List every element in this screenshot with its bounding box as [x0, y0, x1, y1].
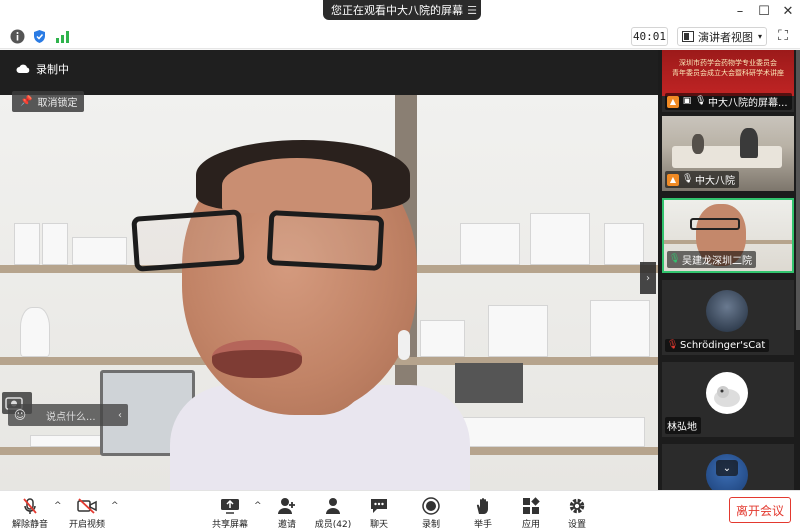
participant-tile-partial[interactable]: ⌄ [662, 444, 794, 490]
banner-line-1: 深圳市药学会药物学专业委员会 [679, 59, 777, 67]
chevron-up-icon[interactable]: ^ [111, 501, 119, 511]
invite-label: 邀请 [277, 520, 296, 529]
mic-icon: 🎙 [682, 174, 694, 184]
screen-share-title[interactable]: 您正在观看中大八院的屏幕 ☰ [323, 0, 481, 20]
participant-name: 林弘地 [667, 422, 697, 433]
meeting-timer: 40:01 [631, 27, 668, 46]
video-off-icon [77, 497, 97, 515]
avatar [706, 290, 748, 332]
participant-tile-room[interactable]: ▲ 🎙 中大八院 [662, 116, 794, 191]
main-video[interactable]: 录制中 📌 取消锁定 ☺ 说点什么... ‹ › [0, 50, 658, 490]
presenter-icon: ▲ [667, 173, 679, 186]
chat-placeholder: 说点什么... [46, 411, 96, 423]
settings-label: 设置 [567, 520, 586, 529]
minimize-icon[interactable]: – [730, 4, 750, 19]
unlock-button[interactable]: 📌 取消锁定 [12, 91, 84, 112]
share-screen-icon [220, 497, 240, 515]
unlock-label: 取消锁定 [37, 98, 78, 109]
participant-name: 中大八院 [695, 176, 735, 187]
raise-hand-button[interactable]: 举手 [462, 497, 504, 529]
chat-label: 聊天 [369, 520, 388, 529]
record-button[interactable]: 录制 [410, 497, 452, 529]
signal-icon[interactable] [55, 29, 70, 44]
chat-button[interactable]: 聊天 [358, 497, 400, 529]
maximize-icon[interactable]: ☐ [754, 4, 774, 19]
unmute-label: 解除静音 [11, 520, 48, 529]
members-button[interactable]: 成员(42) [312, 497, 354, 529]
apps-icon [521, 497, 541, 515]
avatar [706, 372, 748, 414]
record-icon [421, 497, 441, 515]
invite-button[interactable]: 邀请 [266, 497, 308, 529]
cloud-icon [16, 64, 30, 73]
participant-tile-avatar[interactable]: 🎙 Schrödinger'sCat [662, 280, 794, 355]
start-video-button[interactable]: 开启视频 [66, 497, 108, 529]
participant-label: ▲ 🎙 中大八院 [665, 171, 739, 188]
recording-label: 录制中 [36, 63, 69, 76]
presenter-icon: ▲ [667, 95, 679, 108]
settings-button[interactable]: 设置 [556, 497, 598, 529]
window-title: 您正在观看中大八院的屏幕 [331, 4, 463, 17]
unmute-button[interactable]: 解除静音 [9, 497, 51, 529]
gear-icon [567, 497, 587, 515]
close-icon[interactable]: ✕ [778, 4, 798, 19]
leave-meeting-button[interactable]: 离开会议 [729, 497, 791, 523]
screen-share-icon: ▣ [682, 96, 692, 106]
start-video-label: 开启视频 [68, 520, 105, 529]
raise-hand-label: 举手 [473, 520, 492, 529]
panel-scrollbar[interactable] [796, 50, 800, 330]
participant-label: 🎙 Schrödinger'sCat [665, 339, 770, 352]
add-user-icon [277, 497, 297, 515]
mic-muted-icon: 🎙 [667, 340, 679, 350]
apps-label: 应用 [521, 520, 540, 529]
mic-muted-icon [20, 497, 40, 515]
participant-name: 吴建龙深圳二院 [682, 256, 752, 267]
fullscreen-icon[interactable]: ⛶ [774, 28, 792, 46]
info-bar: 40:01 演讲者视图 ▾ ⛶ [0, 25, 800, 49]
chevron-down-icon: ▾ [757, 32, 762, 41]
mic-active-icon: 🎙 [669, 254, 681, 264]
participant-label: 林弘地 [665, 417, 701, 434]
participant-name: 中大八院的屏幕... [708, 98, 788, 109]
participant-label: 🎙 吴建龙深圳二院 [667, 251, 756, 268]
info-icon[interactable] [10, 29, 25, 44]
recording-indicator: 录制中 [16, 61, 69, 77]
title-bar: 您正在观看中大八院的屏幕 ☰ – ☐ ✕ [0, 0, 800, 25]
meeting-window: 您正在观看中大八院的屏幕 ☰ – ☐ ✕ 40:01 演讲者视图 ▾ ⛶ 录制中… [0, 0, 800, 529]
panel-toggle-chevron-icon[interactable]: › [640, 262, 656, 294]
mic-icon: 🎙 [695, 96, 707, 106]
hand-icon [473, 497, 493, 515]
view-mode-label: 演讲者视图 [698, 30, 753, 44]
meeting-toolbar: 解除静音 ^ 开启视频 ^ 共享屏幕 ^ 邀请 成员(42) 聊天 录制 举手 … [0, 490, 800, 529]
list-icon[interactable]: ☰ [463, 4, 481, 17]
share-screen-button[interactable]: 共享屏幕 [209, 497, 251, 529]
scroll-down-chevron-icon[interactable]: ⌄ [716, 460, 738, 476]
apps-button[interactable]: 应用 [510, 497, 552, 529]
chevron-left-icon[interactable]: ‹ [112, 410, 128, 421]
shared-screen-banner: 深圳市药学会药物学专业委员会 青年委员会成立大会暨科研学术讲座 [662, 50, 794, 96]
members-label: 成员(42) [314, 520, 352, 529]
participant-tile-active-speaker[interactable]: 🎙 吴建龙深圳二院 [662, 198, 794, 273]
share-screen-label: 共享屏幕 [211, 520, 248, 529]
grid-view-icon [682, 31, 694, 42]
view-mode-dropdown[interactable]: 演讲者视图 ▾ [677, 27, 767, 46]
banner-line-2: 青年委员会成立大会暨科研学术讲座 [672, 69, 784, 77]
participant-name: Schrödinger'sCat [680, 340, 766, 351]
chat-input-bar[interactable]: ☺ 说点什么... ‹ [8, 404, 128, 426]
glasses [131, 205, 388, 280]
emoji-icon[interactable]: ☺ [8, 404, 32, 426]
members-icon [323, 497, 343, 515]
participant-tile-avatar[interactable]: 林弘地 [662, 362, 794, 437]
participant-label: ▲ ▣ 🎙 中大八院的屏幕... [665, 93, 792, 110]
record-label: 录制 [421, 520, 440, 529]
chevron-up-icon[interactable]: ^ [54, 501, 62, 511]
chevron-up-icon[interactable]: ^ [254, 501, 262, 511]
pin-icon: 📌 [20, 96, 33, 107]
participant-tile-screen[interactable]: 深圳市药学会药物学专业委员会 青年委员会成立大会暨科研学术讲座 ▲ ▣ 🎙 中大… [662, 50, 794, 112]
chat-icon [369, 497, 389, 515]
shield-icon[interactable] [32, 29, 47, 44]
